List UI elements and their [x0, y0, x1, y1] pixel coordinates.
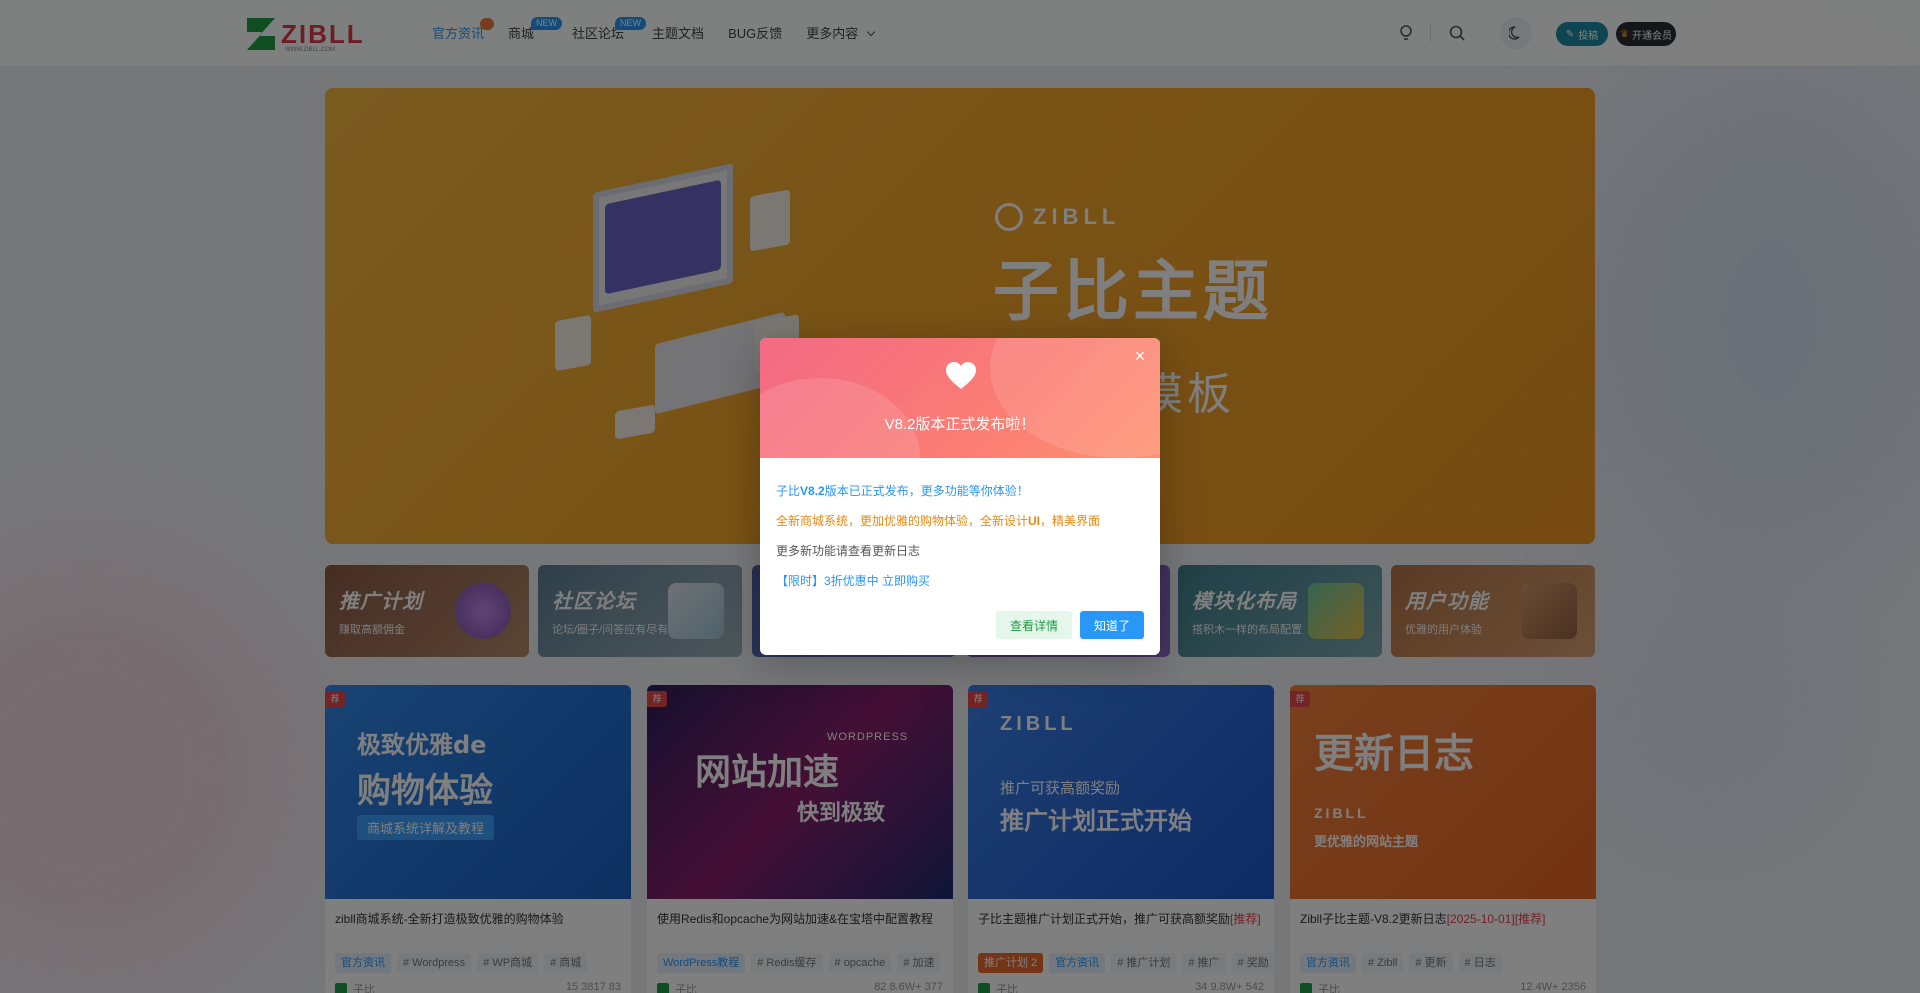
text: 子比 — [776, 484, 801, 498]
text: 版本已正式发布，更多功能等你体验！ — [824, 484, 1029, 498]
text: ，精美界面 — [1040, 514, 1101, 528]
modal-body: 子比V8.2版本已正式发布，更多功能等你体验！ 全新商城系统，更加优雅的购物体验… — [776, 476, 1146, 596]
got-it-button[interactable]: 知道了 — [1079, 611, 1144, 639]
modal-actions: 查看详情 知道了 — [995, 611, 1144, 639]
modal-header: V8.2版本正式发布啦！ × — [760, 338, 1160, 458]
modal-title: V8.2版本正式发布啦！ — [884, 416, 1036, 433]
close-icon[interactable]: × — [1130, 346, 1150, 366]
heart-icon — [946, 362, 976, 389]
text-bold: UI — [1028, 514, 1041, 528]
text-bold: V8.2 — [800, 484, 825, 498]
modal-line-promo[interactable]: 【限时】3折优惠中 立即购买 — [776, 566, 1146, 596]
modal-line-features: 全新商城系统，更加优雅的购物体验，全新设计UI，精美界面 — [776, 506, 1146, 536]
modal-line-release: 子比V8.2版本已正式发布，更多功能等你体验！ — [776, 476, 1146, 506]
announcement-modal: V8.2版本正式发布啦！ × 子比V8.2版本已正式发布，更多功能等你体验！ 全… — [760, 338, 1160, 655]
view-details-button[interactable]: 查看详情 — [995, 611, 1072, 639]
text: 全新商城系统，更加优雅的购物体验，全新设计 — [776, 514, 1029, 528]
modal-line-changelog: 更多新功能请查看更新日志 — [776, 544, 921, 558]
